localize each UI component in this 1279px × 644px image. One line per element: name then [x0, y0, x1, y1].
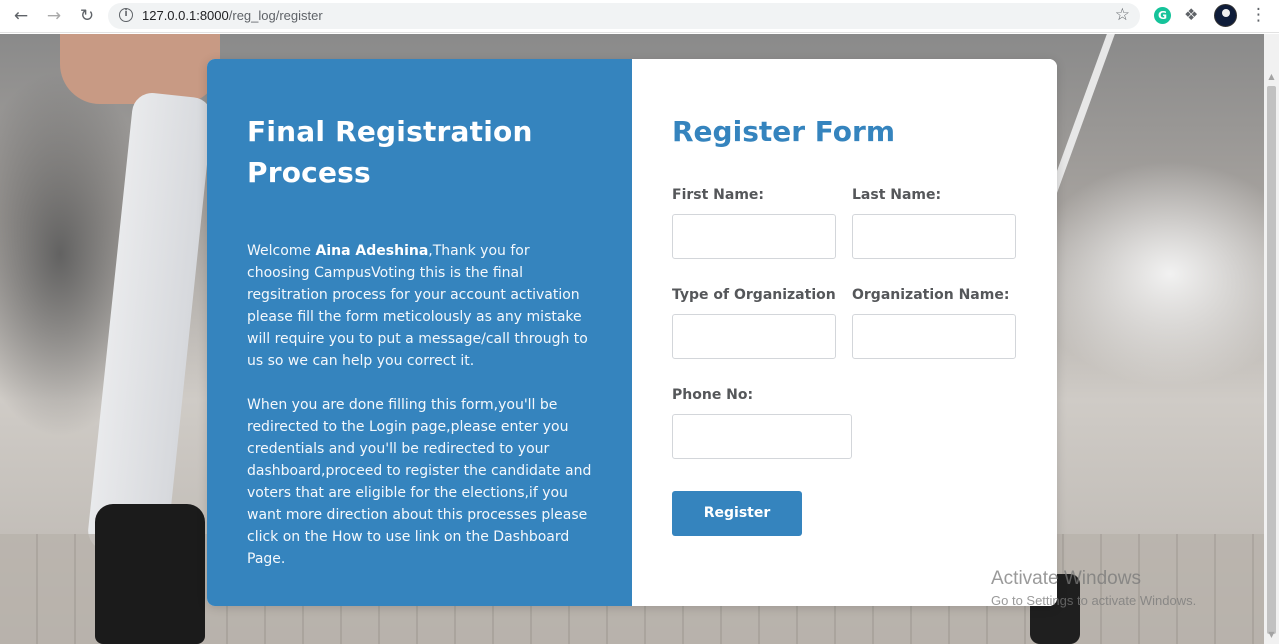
bookmark-star-icon[interactable]: ☆ [1115, 5, 1130, 25]
welcome-text: ,Thank you for choosing CampusVoting thi… [247, 243, 588, 369]
address-bar[interactable]: i 127.0.0.1:8000/reg_log/register ☆ [108, 3, 1140, 29]
org-name-group: Organization Name: [852, 286, 1016, 359]
register-button[interactable]: Register [672, 491, 802, 536]
name-row: First Name: Last Name: [672, 186, 1017, 266]
phone-field[interactable] [672, 414, 852, 459]
browser-toolbar: ← → ↻ i 127.0.0.1:8000/reg_log/register … [0, 0, 1279, 33]
last-name-group: Last Name: [852, 186, 1016, 259]
intro-instructions-paragraph: When you are done filling this form,you'… [247, 397, 592, 567]
forward-arrow-icon[interactable]: → [43, 5, 65, 27]
background-leg-shape [86, 91, 214, 557]
intro-welcome-paragraph: Welcome Aina Adeshina,Thank you for choo… [247, 240, 592, 372]
grammarly-extension-icon[interactable]: G [1154, 7, 1171, 24]
org-type-label: Type of Organization [672, 287, 836, 303]
scroll-thumb[interactable] [1267, 86, 1276, 634]
first-name-label: First Name: [672, 187, 765, 203]
url-host: 127.0.0.1:8000 [142, 8, 229, 23]
phone-label: Phone No: [672, 387, 754, 403]
intro-panel: Final Registration Process Welcome Aina … [207, 59, 632, 606]
phone-row: Phone No: [672, 386, 1017, 466]
first-name-group: First Name: [672, 186, 836, 259]
scroll-up-arrow-icon[interactable]: ▲ [1267, 72, 1276, 82]
watermark-title: Activate Windows [991, 568, 1141, 589]
first-name-field[interactable] [672, 214, 836, 259]
registration-card: Final Registration Process Welcome Aina … [207, 59, 1057, 606]
watermark-subtitle: Go to Settings to activate Windows. [991, 593, 1197, 608]
user-name: Aina Adeshina [315, 243, 429, 259]
org-type-group: Type of Organization [672, 286, 836, 359]
background-coat-shape [60, 34, 220, 104]
browser-menu-icon[interactable]: ⋮ [1250, 5, 1267, 25]
welcome-prefix: Welcome [247, 243, 316, 259]
url-path: /reg_log/register [228, 8, 323, 23]
scroll-down-arrow-icon[interactable]: ▼ [1267, 630, 1276, 640]
background-boot-shape [95, 504, 205, 644]
back-arrow-icon[interactable]: ← [10, 5, 32, 27]
page-scrollbar[interactable]: ▲ ▼ [1264, 34, 1279, 644]
org-name-field[interactable] [852, 314, 1016, 359]
organization-row: Type of Organization Organization Name: [672, 286, 1017, 366]
register-form: Register Form First Name: Last Name: Typ… [632, 59, 1057, 606]
url-text[interactable]: 127.0.0.1:8000/reg_log/register [142, 8, 323, 23]
intro-title: Final Registration Process [247, 115, 533, 189]
extensions-puzzle-icon[interactable]: ❖ [1184, 5, 1198, 24]
info-icon[interactable]: i [119, 8, 133, 22]
org-name-label: Organization Name: [852, 287, 1010, 303]
last-name-field[interactable] [852, 214, 1016, 259]
phone-group: Phone No: [672, 386, 852, 459]
last-name-label: Last Name: [852, 187, 942, 203]
org-type-field[interactable] [672, 314, 836, 359]
reload-icon[interactable]: ↻ [76, 5, 98, 27]
activate-windows-watermark: Activate Windows Go to Settings to activ… [991, 568, 1196, 610]
form-title: Register Form [672, 115, 896, 148]
profile-avatar[interactable] [1214, 4, 1237, 27]
